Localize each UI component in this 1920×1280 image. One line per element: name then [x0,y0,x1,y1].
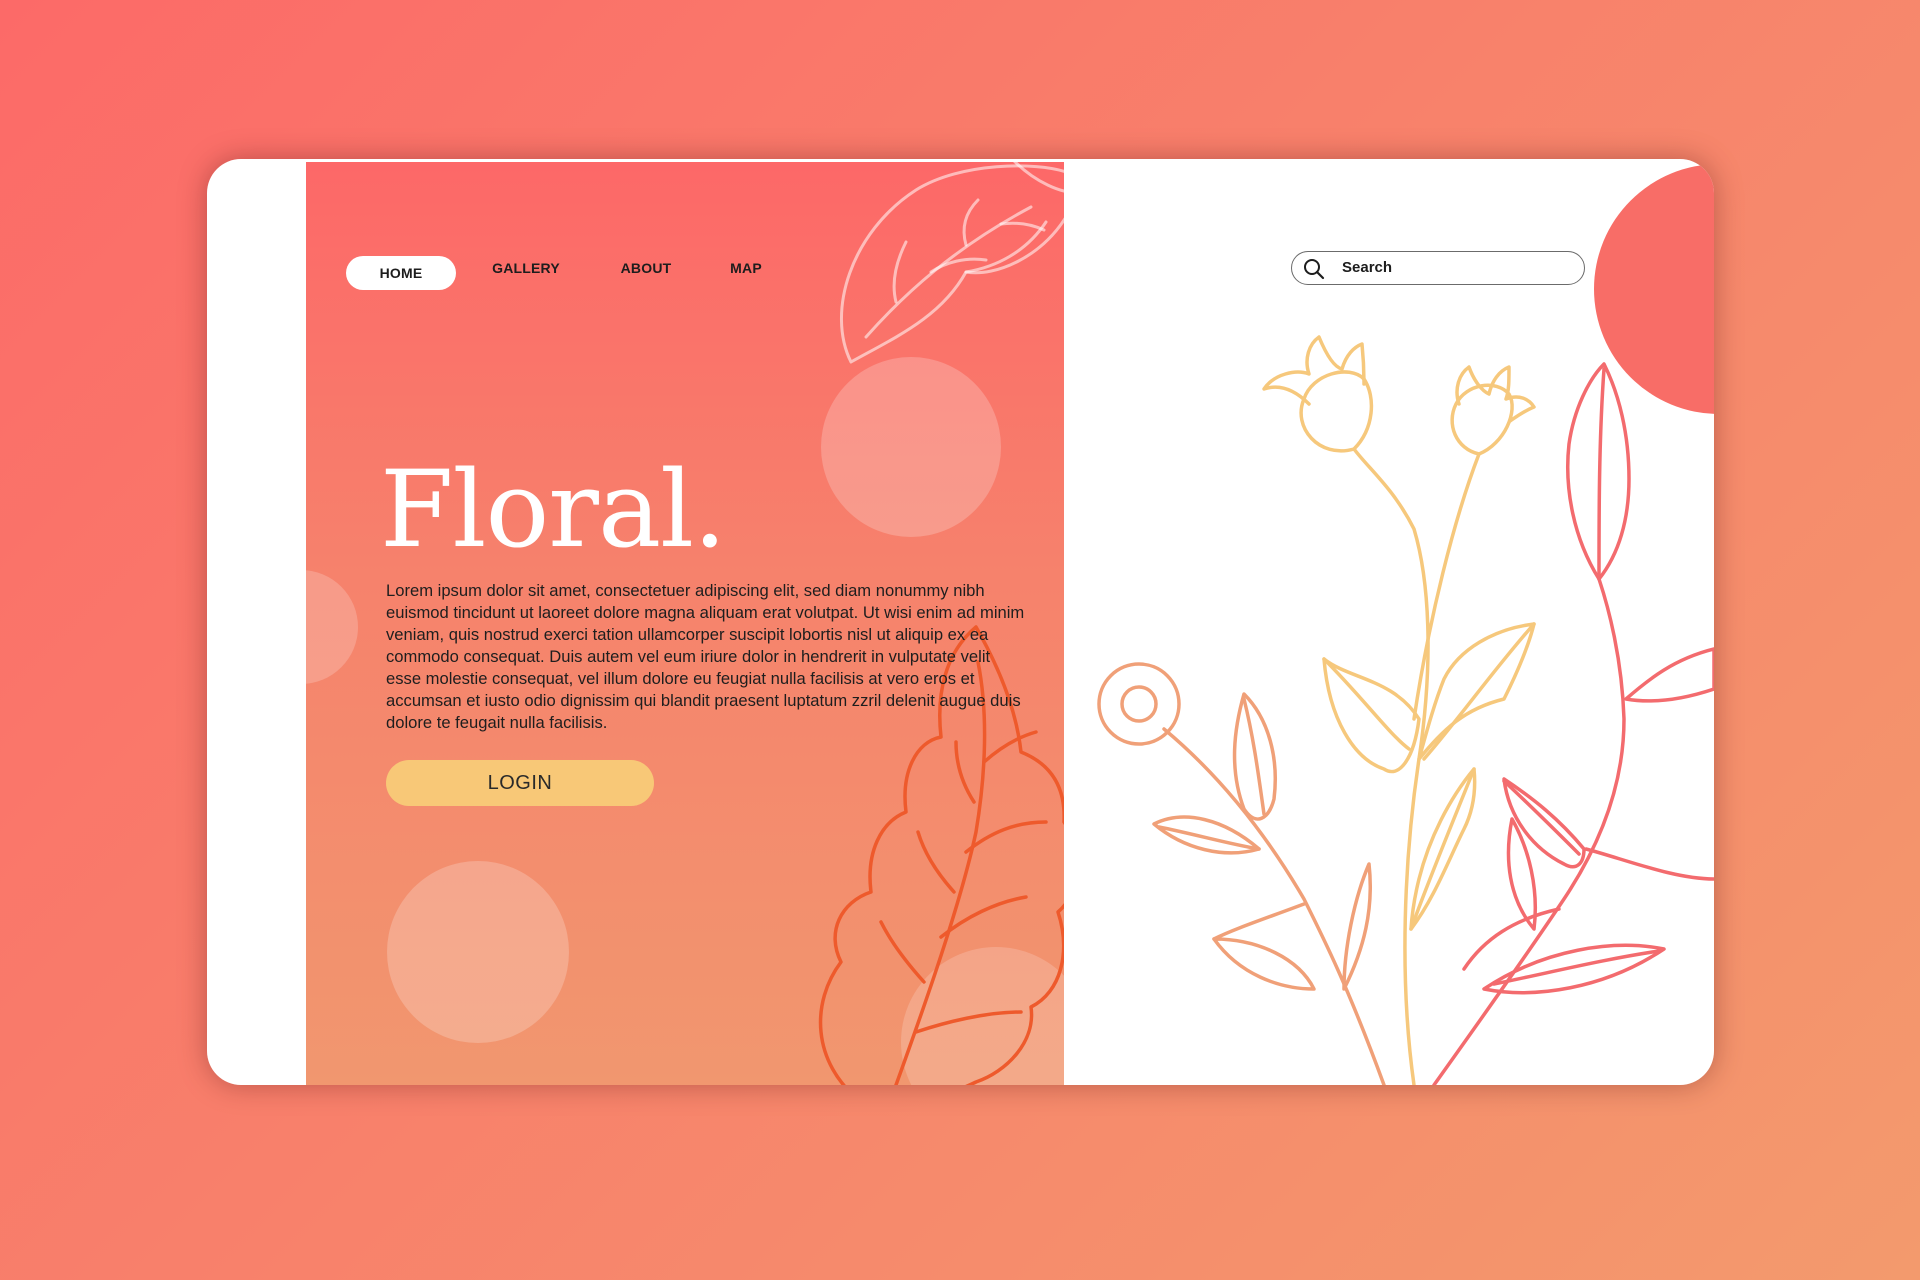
nav-gallery[interactable]: GALLERY [476,251,576,285]
yellow-flower-icon [1262,335,1536,1085]
search-bar[interactable]: Search [1291,251,1585,285]
landing-page-frame: HOME GALLERY ABOUT MAP Floral. Lorem ips… [207,159,1714,1085]
peach-flower-icon [1097,662,1386,1085]
nav-map[interactable]: MAP [716,251,776,285]
page-title: Floral. [380,448,727,571]
deco-circle-top [821,357,1001,537]
deco-circle-corner [1594,164,1714,414]
flower-illustration [1097,164,1714,1085]
login-button[interactable]: LOGIN [386,760,654,806]
nav-home[interactable]: HOME [346,256,456,290]
deco-circle-left [306,570,358,684]
nav-about[interactable]: ABOUT [606,251,686,285]
search-placeholder: Search [1342,259,1393,276]
hero-body-text: Lorem ipsum dolor sit amet, consectetuer… [386,581,1025,732]
deco-circle-bottom [387,861,569,1043]
hero-panel: HOME GALLERY ABOUT MAP Floral. Lorem ips… [306,162,1064,1085]
deco-circle-bottom-right [901,947,1064,1085]
search-icon [1304,259,1325,280]
pink-flower-icon [1432,362,1714,1085]
main-nav: HOME GALLERY ABOUT MAP [306,162,1064,290]
